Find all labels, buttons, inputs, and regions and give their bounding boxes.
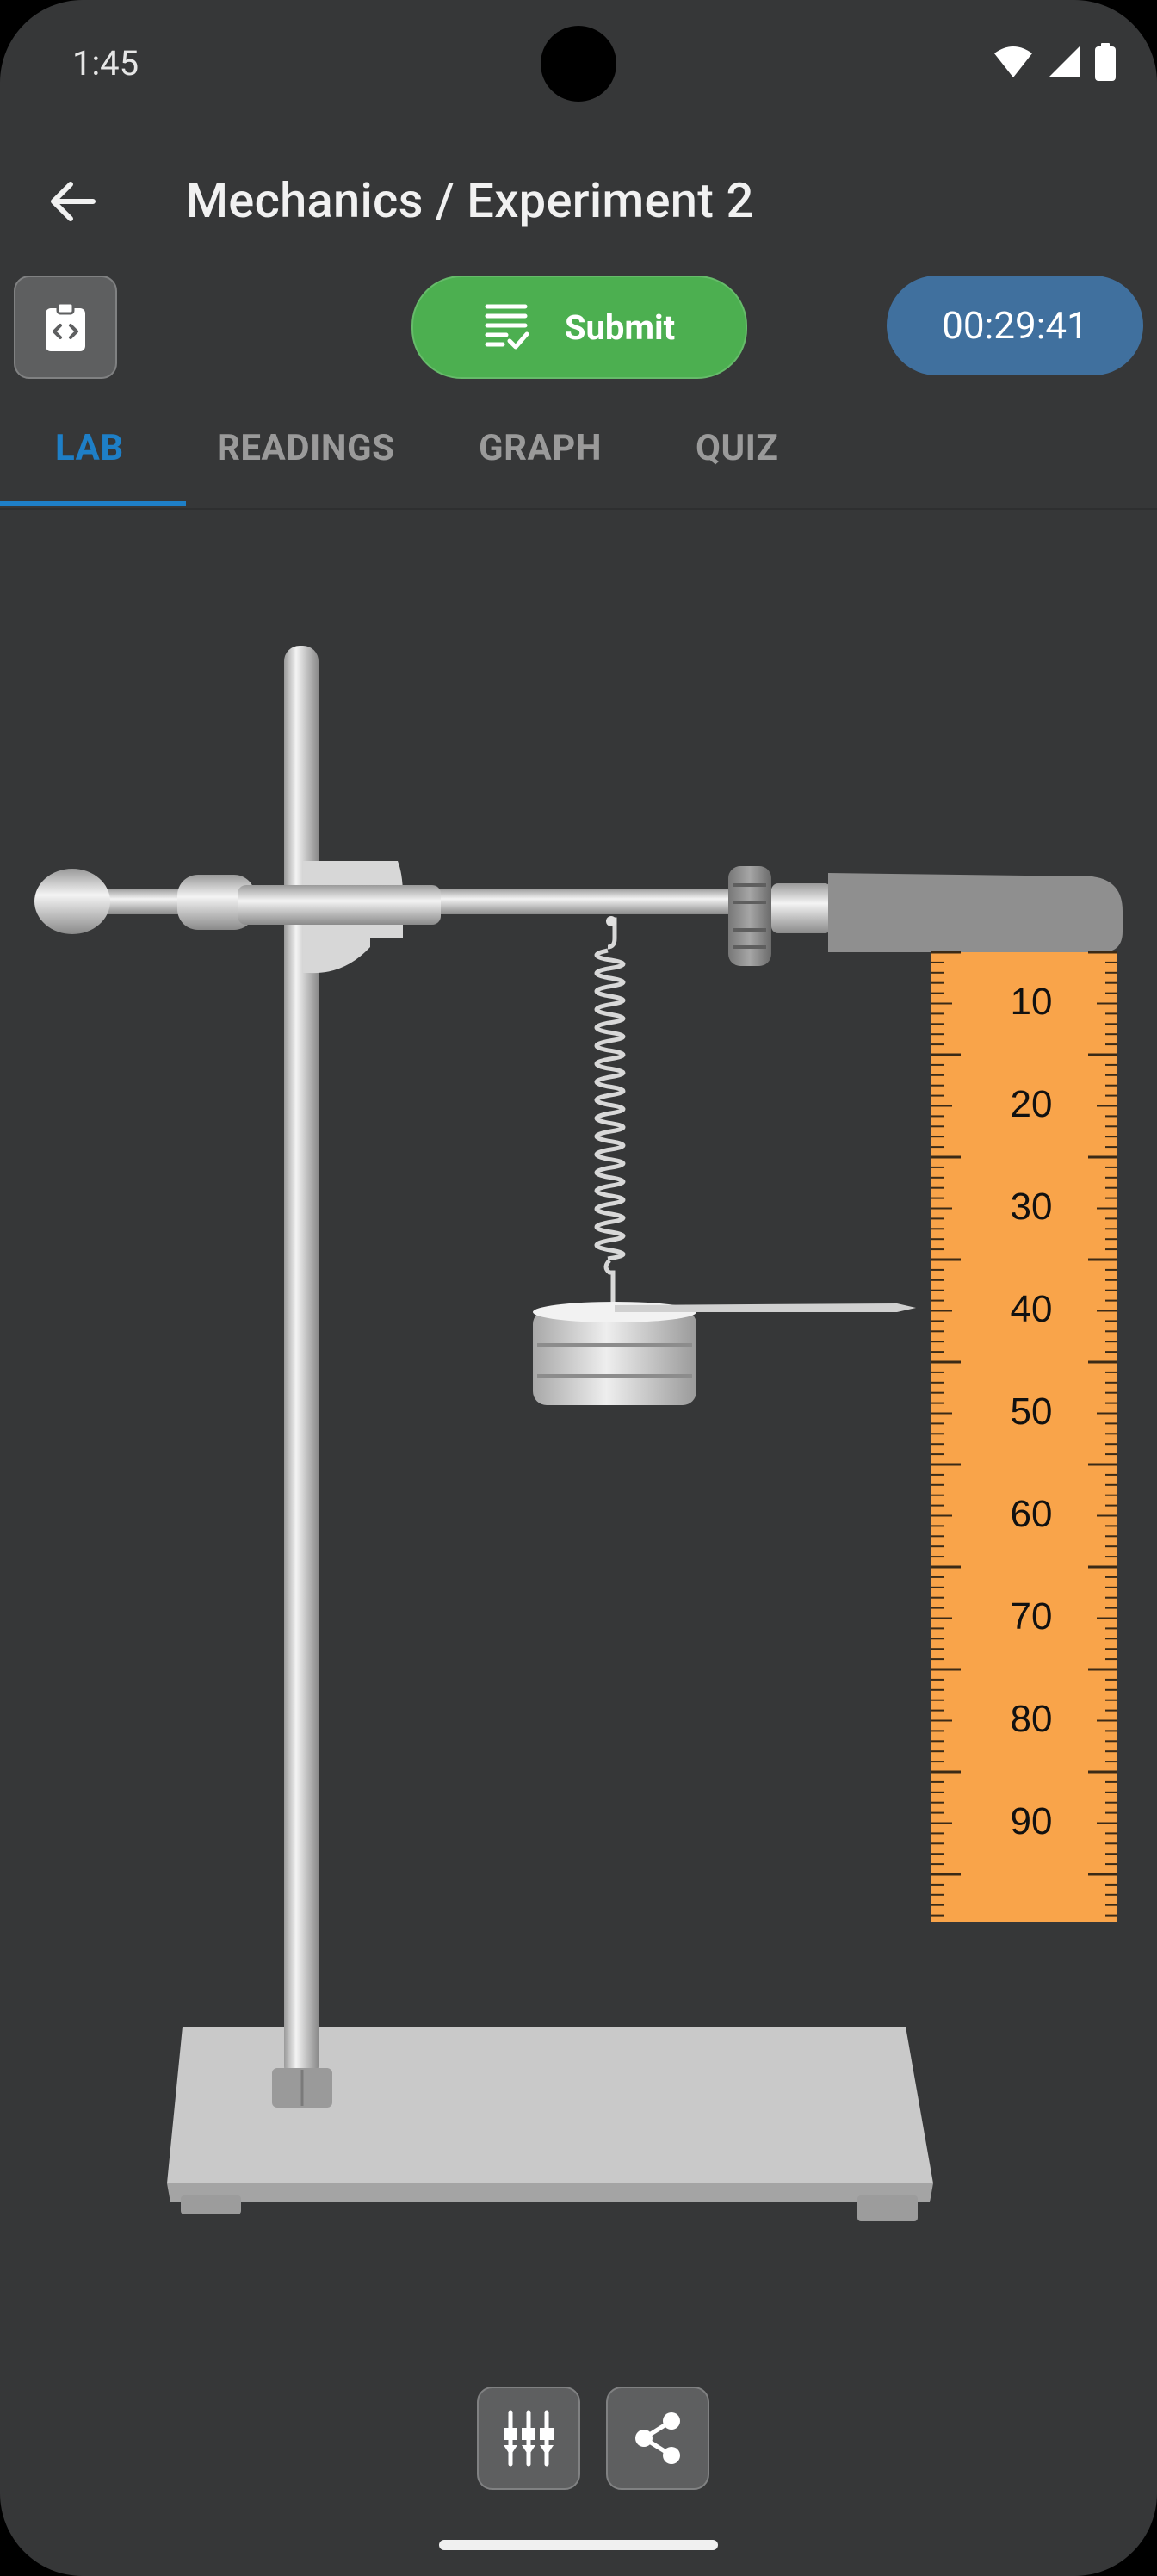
page-title: Mechanics / Experiment 2 bbox=[186, 172, 754, 229]
ruler-label-40: 40 bbox=[1011, 1288, 1053, 1330]
tuning-sliders-icon bbox=[504, 2410, 554, 2467]
tab-graph[interactable]: GRAPH bbox=[479, 427, 602, 469]
home-indicator[interactable] bbox=[439, 2540, 718, 2550]
arrow-back-icon bbox=[51, 182, 96, 221]
submit-button[interactable]: Submit bbox=[411, 276, 747, 379]
ruler-label-60: 60 bbox=[1011, 1493, 1053, 1535]
ruler-label-30: 30 bbox=[1011, 1186, 1053, 1228]
mass-stack[interactable] bbox=[533, 1302, 696, 1405]
battery-icon bbox=[1095, 43, 1116, 81]
ruler: 10 20 30 40 50 60 70 80 90 bbox=[931, 951, 1117, 1922]
phone-screen: 1:45 Mechanics / Experiment 2 Submit 00:… bbox=[0, 0, 1157, 2576]
status-icons bbox=[993, 43, 1116, 81]
tab-lab[interactable]: LAB bbox=[55, 427, 124, 469]
signal-icon bbox=[1049, 46, 1080, 77]
lab-scene: 10 20 30 40 50 60 70 80 90 bbox=[34, 646, 1123, 2221]
timer-badge: 00:29:41 bbox=[887, 276, 1143, 375]
tuning-button[interactable] bbox=[477, 2387, 580, 2490]
tab-indicator bbox=[0, 501, 186, 506]
ruler-label-50: 50 bbox=[1011, 1390, 1053, 1433]
wifi-icon bbox=[994, 46, 1032, 77]
ruler-label-20: 20 bbox=[1011, 1083, 1053, 1125]
ruler-label-10: 10 bbox=[1011, 981, 1053, 1023]
ruler-label-80: 80 bbox=[1011, 1698, 1053, 1740]
clipboard-code-button[interactable] bbox=[14, 276, 117, 379]
clipboard-code-icon bbox=[46, 301, 85, 351]
submit-label: Submit bbox=[564, 307, 676, 348]
camera-cutout bbox=[541, 26, 616, 102]
ruler-label-70: 70 bbox=[1011, 1595, 1053, 1638]
tab-bar: LAB READINGS GRAPH QUIZ bbox=[0, 405, 1157, 510]
share-icon bbox=[635, 2412, 680, 2464]
tab-readings[interactable]: READINGS bbox=[217, 427, 394, 469]
ruler-label-90: 90 bbox=[1011, 1800, 1053, 1842]
checklist-icon bbox=[485, 304, 529, 350]
spring bbox=[594, 916, 626, 1303]
share-button[interactable] bbox=[606, 2387, 709, 2490]
back-button[interactable] bbox=[43, 172, 102, 231]
status-time: 1:45 bbox=[72, 43, 139, 84]
tab-quiz[interactable]: QUIZ bbox=[696, 427, 778, 469]
stand-base bbox=[167, 2027, 933, 2221]
